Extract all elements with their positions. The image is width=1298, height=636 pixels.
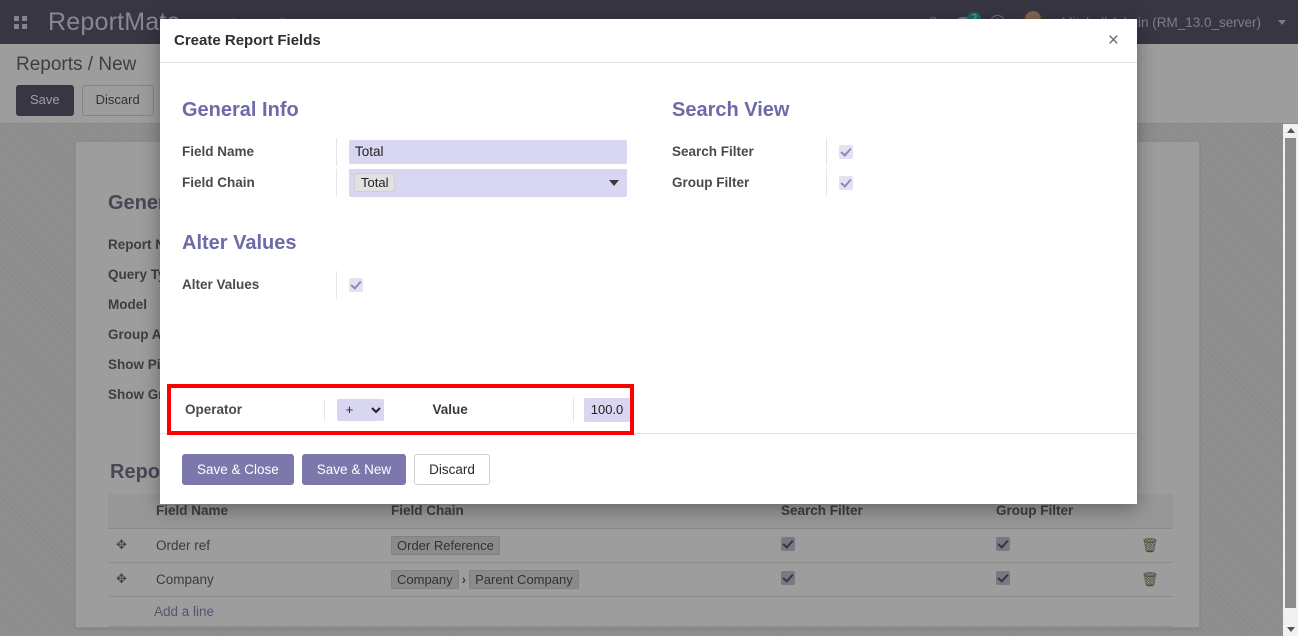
- field-chain-label: Field Chain: [178, 175, 336, 190]
- alter-values-control: [336, 271, 1113, 299]
- create-report-fields-dialog: Create Report Fields × General Info Fiel…: [160, 19, 1137, 504]
- scrollbar-thumb[interactable]: [1285, 138, 1296, 608]
- operator-value-row: Operator +-*/ Value: [171, 396, 630, 424]
- alter-values-toggle-row: Alter Values: [178, 269, 1113, 300]
- operator-label: Operator: [171, 402, 324, 417]
- search-filter-checkbox[interactable]: [839, 145, 853, 159]
- field-chain-select[interactable]: Total: [349, 169, 627, 197]
- alter-values-checkbox[interactable]: [349, 278, 363, 292]
- field-name-label: Field Name: [178, 144, 336, 159]
- alter-values-label: Alter Values: [178, 277, 336, 292]
- search-filter-row: Search Filter: [668, 136, 1076, 167]
- alter-values-title: Alter Values: [178, 232, 1113, 255]
- value-input[interactable]: [584, 398, 630, 422]
- operator-select[interactable]: +-*/: [337, 399, 384, 421]
- operator-control: +-*/: [324, 399, 427, 421]
- page-vertical-scrollbar[interactable]: [1283, 124, 1298, 636]
- chevron-down-icon[interactable]: [609, 180, 619, 186]
- dialog-footer: Save & Close Save & New Discard: [160, 433, 1137, 504]
- scroll-up-arrow-icon[interactable]: [1287, 128, 1295, 133]
- scroll-down-arrow-icon[interactable]: [1287, 627, 1295, 632]
- group-filter-checkbox[interactable]: [839, 176, 853, 190]
- value-label: Value: [426, 402, 573, 417]
- group-filter-label: Group Filter: [668, 175, 826, 190]
- field-name-control: [336, 138, 656, 166]
- save-and-new-button[interactable]: Save & New: [302, 454, 406, 485]
- dialog-header: Create Report Fields ×: [160, 19, 1137, 63]
- operator-value-highlight-box: Operator +-*/ Value: [167, 384, 634, 435]
- dialog-discard-button[interactable]: Discard: [414, 454, 490, 485]
- search-view-title: Search View: [668, 99, 1076, 122]
- search-filter-label: Search Filter: [668, 144, 826, 159]
- alter-values-group: Alter Values Alter Values: [178, 232, 1113, 300]
- value-control: [573, 398, 630, 422]
- close-icon[interactable]: ×: [1108, 31, 1119, 50]
- field-name-row: Field Name: [178, 136, 656, 167]
- dialog-title: Create Report Fields: [174, 32, 321, 49]
- general-info-group: General Info Field Name Field Chain Tota…: [178, 99, 656, 198]
- group-filter-row: Group Filter: [668, 167, 1076, 198]
- search-view-group: Search View Search Filter Group Filter: [656, 99, 1076, 198]
- save-and-close-button[interactable]: Save & Close: [182, 454, 294, 485]
- field-chain-row: Field Chain Total: [178, 167, 656, 198]
- field-chain-control: Total: [336, 169, 656, 197]
- group-filter-control: [826, 169, 1076, 197]
- field-name-input[interactable]: [349, 140, 627, 164]
- general-info-title: General Info: [178, 99, 656, 122]
- dialog-body: General Info Field Name Field Chain Tota…: [160, 63, 1137, 459]
- field-chain-tag: Total: [354, 173, 395, 192]
- dialog-columns: General Info Field Name Field Chain Tota…: [178, 99, 1113, 198]
- search-filter-control: [826, 138, 1076, 166]
